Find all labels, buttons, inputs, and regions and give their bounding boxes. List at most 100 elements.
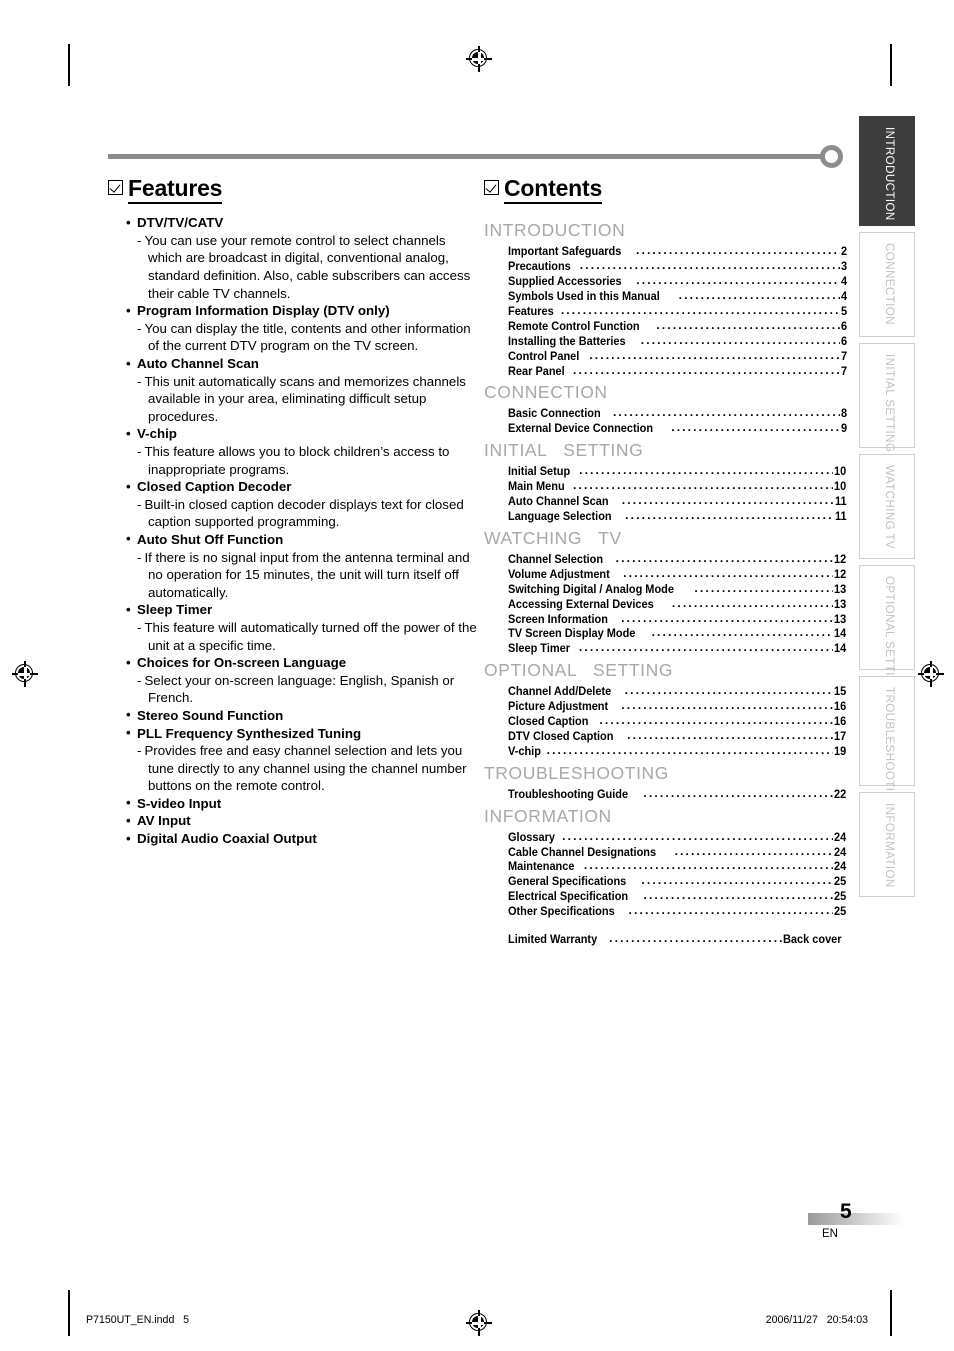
toc-entry[interactable]: Glossary................................… — [508, 829, 848, 845]
toc-entry-list: Important Safeguards....................… — [508, 243, 848, 379]
feature-item: Digital Audio Coaxial Output — [126, 830, 480, 848]
toc-entry-page: 25 — [834, 874, 847, 889]
feature-description-text: You can use your remote control to selec… — [144, 232, 471, 301]
toc-entry-label: Features — [508, 303, 554, 318]
section-tab[interactable]: TROUBLESHOOTING — [859, 676, 915, 810]
toc-entry-page: 15 — [834, 684, 847, 699]
feature-description: - This feature will automatically turned … — [126, 619, 480, 654]
page-language-code: EN — [822, 1228, 838, 1240]
feature-description-text: If there is no signal input from the ant… — [144, 549, 470, 600]
crop-mark-top-left — [68, 44, 70, 86]
registration-mark-right — [918, 661, 944, 687]
toc-entry[interactable]: Sleep Timer.............................… — [508, 640, 848, 656]
section-tab-strip: INTRODUCTION CONNECTION INITIAL SETTING WAT… — [859, 116, 915, 903]
toc-entry-page: 11 — [835, 508, 847, 523]
toc-entry[interactable]: Volume Adjustment.......................… — [508, 566, 848, 582]
toc-entry-label: Auto Channel Scan — [508, 494, 609, 509]
toc-entry-label: Control Panel — [508, 348, 580, 363]
toc-entry-label: Rear Panel — [508, 363, 565, 378]
toc-leader-dots: ........................................… — [694, 580, 833, 595]
toc-entry[interactable]: Precautions.............................… — [508, 258, 848, 274]
page-number: 5 — [840, 1200, 852, 1223]
toc-entry[interactable]: Initial Setup...........................… — [508, 463, 848, 479]
toc-entry-label: Symbols Used in this Manual — [508, 289, 660, 304]
toc-entry-label: General Specifications — [508, 874, 627, 889]
toc-entry-list: Initial Setup...........................… — [508, 463, 848, 524]
toc-group-title: OPTIONAL SETTING — [484, 660, 674, 681]
section-tab[interactable]: INFORMATION — [859, 792, 915, 897]
section-tab[interactable]: CONNECTION — [859, 232, 915, 337]
toc-entry[interactable]: Maintenance.............................… — [508, 858, 848, 874]
toc-entry[interactable]: Cable Channel Designations..............… — [508, 844, 848, 860]
toc-entry-page: 24 — [834, 859, 847, 874]
toc-entry[interactable]: Rear Panel..............................… — [508, 363, 848, 379]
toc-entry[interactable]: External Device Connection..............… — [508, 420, 848, 436]
toc-entry[interactable]: Channel Selection.......................… — [508, 551, 848, 567]
toc-entry[interactable]: Symbols Used in this Manual.............… — [508, 288, 848, 304]
feature-description: - You can use your remote control to sele… — [126, 232, 480, 302]
toc-entry[interactable]: DTV Closed Caption......................… — [508, 728, 848, 744]
toc-entry[interactable]: Important Safeguards....................… — [508, 243, 848, 259]
feature-description-text: Provides free and easy channel selection… — [144, 743, 467, 794]
toc-entry[interactable]: Limited Warranty........................… — [508, 931, 848, 947]
toc-entry[interactable]: Troubleshooting Guide...................… — [508, 786, 848, 802]
toc-entry[interactable]: V-chip..................................… — [508, 743, 848, 759]
feature-item: Auto Channel Scan-This unit automaticall… — [126, 355, 480, 425]
toc-entry[interactable]: Main Menu...............................… — [508, 478, 848, 494]
features-heading: Features — [108, 175, 480, 205]
toc-entry-label: Volume Adjustment — [508, 566, 610, 581]
feature-description-text: This unit automatically scans and memori… — [144, 373, 466, 424]
feature-description-text: Select your on-screen language: English,… — [144, 672, 455, 706]
feature-description: - Select your on-screen language: English… — [126, 672, 480, 707]
toc-entry[interactable]: Channel Add/Delete......................… — [508, 683, 848, 699]
toc-entry-page: 11 — [835, 494, 847, 509]
toc-entry-page: 14 — [834, 641, 847, 656]
toc-entry[interactable]: Language Selection......................… — [508, 508, 848, 524]
toc-entry[interactable]: TV Screen Display Mode..................… — [508, 625, 848, 641]
section-tab[interactable]: WATCHING TV — [859, 454, 915, 559]
toc-entry[interactable]: Auto Channel Scan.......................… — [508, 493, 848, 509]
toc-entry[interactable]: Remote Control Function.................… — [508, 318, 848, 334]
toc-entry[interactable]: Picture Adjustment......................… — [508, 698, 848, 714]
toc-entry[interactable]: Closed Caption..........................… — [508, 713, 848, 729]
toc-leader-dots: ........................................… — [635, 243, 840, 258]
toc-entry-page: 17 — [834, 728, 847, 743]
toc-group: CONNECTION Basic Connection..............… — [484, 380, 848, 436]
toc-entry-page: 10 — [834, 479, 847, 494]
toc-entry[interactable]: General Specifications..................… — [508, 873, 848, 889]
toc-entry-page: Back cover — [782, 932, 842, 947]
toc-leader-dots: ........................................… — [671, 595, 834, 610]
toc-group-title: INFORMATION — [484, 805, 612, 826]
section-tab[interactable]: INTRODUCTION — [859, 116, 915, 226]
toc-entry[interactable]: Features................................… — [508, 303, 848, 319]
toc-entry[interactable]: Supplied Accessories....................… — [508, 273, 848, 289]
contents-column: Contents INTRODUCTION Important Safeguard… — [484, 175, 848, 949]
feature-item: PLL Frequency Synthesized Tuning-Provide… — [126, 724, 480, 795]
toc-entry[interactable]: Switching Digital / Analog Mode.........… — [508, 580, 848, 597]
toc-entry[interactable]: Basic Connection........................… — [508, 405, 848, 421]
footer-file-name: P7150UT_EN.indd 5 — [86, 1314, 190, 1326]
features-list: DTV/TV/CATV-You can use your remote cont… — [126, 214, 480, 847]
feature-title: AV Input — [126, 812, 480, 830]
toc-entry-list: Channel Selection.......................… — [508, 551, 848, 656]
toc-leader-dots: ........................................… — [641, 873, 834, 888]
toc-entry-page: 16 — [834, 714, 847, 729]
toc-entry-page: 6 — [841, 318, 848, 333]
page-number-bar — [808, 1213, 904, 1225]
crop-mark-top-right — [890, 44, 892, 86]
toc-entry[interactable]: Installing the Batteries................… — [508, 333, 848, 349]
toc-entry-label: Accessing External Devices — [508, 596, 654, 611]
section-tab[interactable]: INITIAL SETTING — [859, 343, 915, 452]
toc-entry[interactable]: Electrical Specification................… — [508, 888, 848, 904]
toc-entry[interactable]: Screen Information......................… — [508, 611, 848, 627]
section-tab[interactable]: OPTIONAL SETTING — [859, 565, 915, 694]
toc-entry-label: Switching Digital / Analog Mode — [508, 581, 674, 596]
toc-entry-label: Screen Information — [508, 611, 608, 626]
toc-entry[interactable]: Accessing External Devices..............… — [508, 595, 848, 612]
footer-timestamp: 2006/11/27 20:54:03 — [765, 1314, 868, 1326]
toc-leader-dots: ........................................… — [628, 903, 834, 918]
toc-entry[interactable]: Control Panel...........................… — [508, 348, 848, 364]
toc-entry[interactable]: Other Specifications....................… — [508, 903, 848, 919]
toc-leader-dots: ........................................… — [636, 273, 840, 288]
toc-entry-label: Other Specifications — [508, 904, 615, 919]
